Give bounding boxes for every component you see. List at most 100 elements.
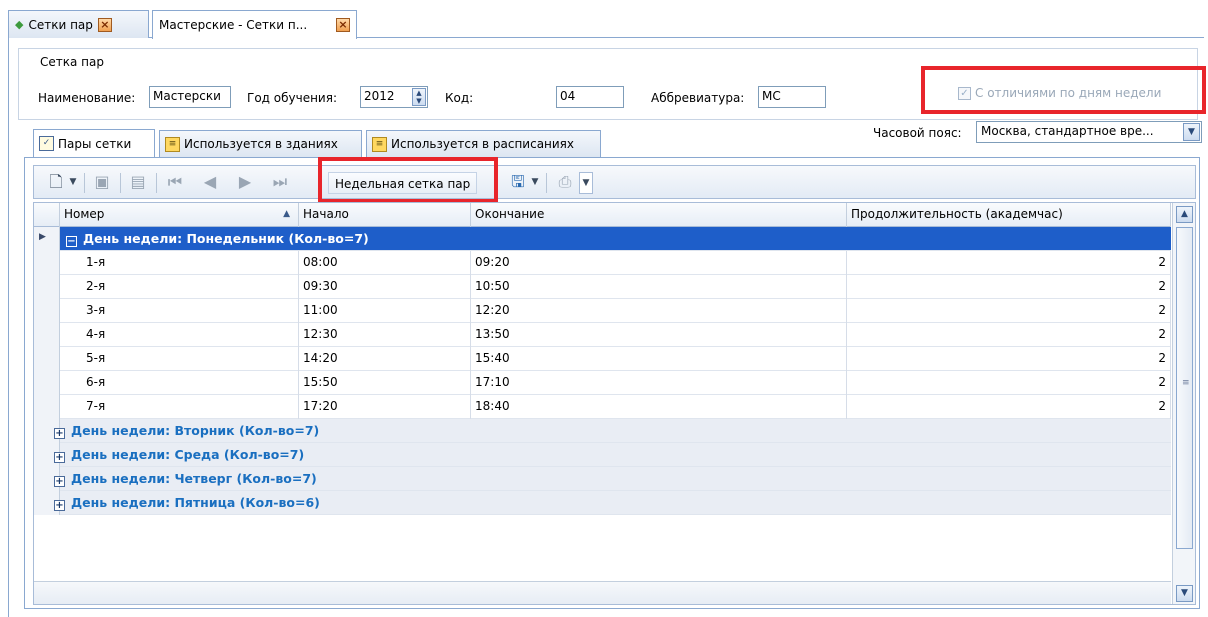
- first-record-icon[interactable]: ⏮: [165, 172, 185, 194]
- group-title: День недели: Среда (Кол-во=7): [71, 447, 305, 462]
- year-field[interactable]: 2012 ▲ ▼: [360, 86, 428, 108]
- group-row-thursday[interactable]: + День недели: Четверг (Кол-во=7): [34, 467, 1171, 491]
- tab-label: Пары сетки: [58, 136, 132, 151]
- group-label: + День недели: Четверг (Кол-во=7): [54, 467, 317, 490]
- chevron-down-icon[interactable]: ▼: [67, 172, 79, 194]
- grid-header: Номер ▲ Начало Окончание Продолжительнос…: [34, 203, 1171, 227]
- table-row[interactable]: 4-я 12:30 13:50 2: [34, 323, 1171, 347]
- doc-tab-workshops[interactable]: Мастерские - Сетки п... ×: [152, 10, 357, 39]
- cell-start: 08:00: [299, 251, 471, 275]
- toolbar-separator: [84, 173, 85, 193]
- column-header-duration[interactable]: Продолжительность (академчас): [847, 203, 1171, 227]
- expand-icon[interactable]: +: [54, 476, 65, 487]
- abbreviation-field[interactable]: МС: [758, 86, 826, 108]
- cell-number: 6-я: [60, 371, 299, 395]
- group-label: + День недели: Вторник (Кол-во=7): [54, 419, 319, 442]
- column-header-end[interactable]: Окончание: [471, 203, 847, 227]
- table-row[interactable]: 6-я 15:50 17:10 2: [34, 371, 1171, 395]
- group-label: + День недели: Среда (Кол-во=7): [54, 443, 304, 466]
- tab-used-in-buildings[interactable]: ≡ Используется в зданиях: [159, 130, 362, 157]
- column-header-number[interactable]: Номер ▲: [60, 203, 299, 227]
- group-title: Сетка пар: [40, 55, 104, 69]
- group-row-wednesday[interactable]: + День недели: Среда (Кол-во=7): [34, 443, 1171, 467]
- doc-tab-pair-grids[interactable]: ◆ Сетки пар ×: [8, 10, 149, 38]
- doc-tab-label: Сетки пар: [28, 17, 93, 32]
- table-row[interactable]: 5-я 14:20 15:40 2: [34, 347, 1171, 371]
- cell-duration: 2: [847, 323, 1171, 347]
- code-field[interactable]: 04: [556, 86, 624, 108]
- grip-icon: ≡: [1182, 378, 1190, 388]
- header-corner: [34, 203, 60, 227]
- row-indicator: [34, 347, 60, 371]
- abbreviation-label: Аббревиатура:: [651, 91, 745, 105]
- highlight-weekly-grid-frame: [318, 157, 498, 203]
- chevron-down-icon[interactable]: ▼: [579, 172, 593, 194]
- table-row[interactable]: 1-я 08:00 09:20 2: [34, 251, 1171, 275]
- save-icon[interactable]: 🖫: [508, 172, 528, 194]
- group-row-tuesday[interactable]: + День недели: Вторник (Кол-во=7): [34, 419, 1171, 443]
- scrollbar-thumb[interactable]: ≡: [1176, 227, 1193, 549]
- cell-start: 17:20: [299, 395, 471, 419]
- row-indicator: [34, 371, 60, 395]
- cell-duration: 2: [847, 299, 1171, 323]
- cell-start: 12:30: [299, 323, 471, 347]
- timezone-select[interactable]: Москва, стандартное вре... ▼: [976, 121, 1202, 143]
- close-icon[interactable]: ×: [336, 18, 350, 32]
- group-row-monday[interactable]: ▶ − День недели: Понедельник (Кол-во=7): [34, 227, 1171, 251]
- next-record-icon[interactable]: ▶: [235, 172, 255, 194]
- cell-start: 09:30: [299, 275, 471, 299]
- previous-record-icon[interactable]: ◀: [200, 172, 220, 194]
- cell-number: 1-я: [60, 251, 299, 275]
- cell-end: 10:50: [471, 275, 847, 299]
- new-document-icon[interactable]: 🗋: [46, 172, 66, 194]
- expand-icon[interactable]: +: [54, 428, 65, 439]
- tab-label: Используется в расписаниях: [391, 137, 575, 151]
- chevron-down-icon[interactable]: ▼: [529, 172, 541, 194]
- cell-number: 5-я: [60, 347, 299, 371]
- toolbar-separator: [546, 173, 547, 193]
- edit-icon[interactable]: ▤: [128, 172, 148, 194]
- cell-number: 2-я: [60, 275, 299, 299]
- expand-icon[interactable]: +: [54, 500, 65, 511]
- print-icon[interactable]: ⎙: [555, 172, 575, 194]
- cell-end: 17:10: [471, 371, 847, 395]
- document-icon: ≡: [372, 136, 387, 152]
- close-icon[interactable]: ×: [97, 17, 112, 32]
- cell-end: 12:20: [471, 299, 847, 323]
- vertical-scrollbar[interactable]: ▲ ≡ ▼: [1172, 203, 1195, 604]
- cell-end: 15:40: [471, 347, 847, 371]
- group-label: − День недели: Понедельник (Кол-во=7): [66, 227, 369, 250]
- table-row[interactable]: 7-я 17:20 18:40 2: [34, 395, 1171, 419]
- name-field[interactable]: Мастерски: [149, 86, 231, 108]
- chevron-down-icon[interactable]: ▼: [1183, 123, 1200, 141]
- timezone-value: Москва, стандартное вре...: [981, 124, 1154, 138]
- last-record-icon[interactable]: ⏭: [270, 172, 290, 194]
- column-header-start[interactable]: Начало: [299, 203, 471, 227]
- cell-duration: 2: [847, 251, 1171, 275]
- scroll-down-icon[interactable]: ▼: [1176, 585, 1193, 602]
- scroll-up-icon[interactable]: ▲: [1176, 206, 1193, 223]
- collapse-icon[interactable]: −: [66, 236, 77, 247]
- cell-duration: 2: [847, 347, 1171, 371]
- group-row-friday[interactable]: + День недели: Пятница (Кол-во=6): [34, 491, 1171, 515]
- grid-footer: [34, 581, 1171, 604]
- cell-duration: 2: [847, 371, 1171, 395]
- spinner-icon[interactable]: ▲ ▼: [412, 88, 426, 106]
- column-header-label: Номер: [64, 207, 105, 221]
- tab-label: Используется в зданиях: [184, 137, 338, 151]
- table-row[interactable]: 3-я 11:00 12:20 2: [34, 299, 1171, 323]
- expand-icon[interactable]: +: [54, 452, 65, 463]
- cell-start: 11:00: [299, 299, 471, 323]
- tab-used-in-schedules[interactable]: ≡ Используется в расписаниях: [366, 130, 601, 157]
- document-tabs: ◆ Сетки пар × Мастерские - Сетки п... ×: [8, 10, 1208, 39]
- cell-start: 14:20: [299, 347, 471, 371]
- delete-icon[interactable]: ▣: [92, 172, 112, 194]
- clipboard-check-icon: ✓: [39, 136, 54, 151]
- document-icon: ≡: [165, 136, 180, 152]
- name-label: Наименование:: [38, 91, 136, 105]
- tab-grid-pairs[interactable]: ✓ Пары сетки: [33, 129, 155, 157]
- diamond-icon: ◆: [15, 18, 24, 31]
- row-indicator: [34, 323, 60, 347]
- group-title: День недели: Понедельник (Кол-во=7): [83, 231, 369, 246]
- table-row[interactable]: 2-я 09:30 10:50 2: [34, 275, 1171, 299]
